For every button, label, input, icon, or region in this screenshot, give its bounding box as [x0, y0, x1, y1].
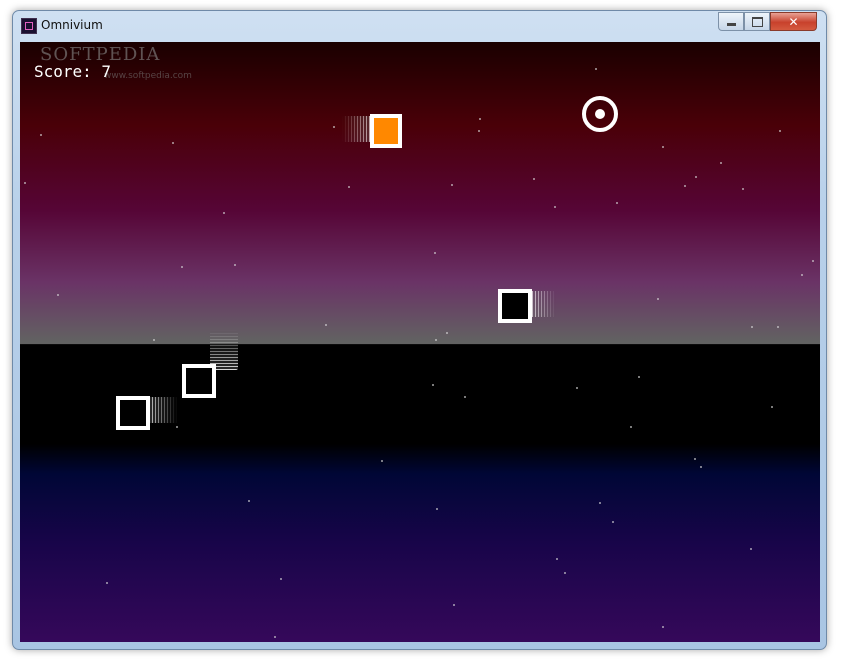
app-icon[interactable]	[21, 18, 37, 34]
star	[106, 582, 108, 584]
star	[57, 294, 59, 296]
star	[576, 387, 578, 389]
star	[700, 466, 702, 468]
star	[657, 298, 659, 300]
star	[599, 502, 601, 504]
enemy-block	[116, 396, 150, 430]
star	[248, 500, 250, 502]
star	[223, 212, 225, 214]
star	[779, 130, 781, 132]
star	[435, 339, 437, 341]
star	[612, 521, 614, 523]
score-label: Score: 7	[34, 62, 112, 81]
star	[556, 558, 558, 560]
star	[533, 178, 535, 180]
enemy-block	[182, 364, 216, 398]
star	[451, 184, 453, 186]
star	[181, 266, 183, 268]
star	[153, 339, 155, 341]
star	[333, 126, 335, 128]
watermark-url: www.softpedia.com	[104, 71, 192, 81]
star	[662, 146, 664, 148]
star	[750, 548, 752, 550]
title-bar[interactable]: Omnivium ✕	[13, 11, 826, 42]
minimize-button[interactable]	[718, 12, 744, 31]
enemy-motion-trail	[146, 397, 178, 423]
maximize-icon	[751, 16, 763, 27]
star	[742, 188, 744, 190]
star	[812, 260, 814, 262]
star	[751, 326, 753, 328]
close-icon: ✕	[788, 14, 799, 29]
target-ring-icon	[582, 96, 618, 132]
player-block	[370, 114, 402, 148]
star	[24, 182, 26, 184]
window-title: Omnivium	[41, 18, 103, 32]
star	[446, 332, 448, 334]
star	[453, 604, 455, 606]
star	[478, 130, 480, 132]
maximize-button[interactable]	[744, 12, 770, 31]
star	[464, 396, 466, 398]
star	[662, 626, 664, 628]
star	[616, 202, 618, 204]
target-core	[595, 109, 605, 119]
star	[172, 142, 174, 144]
star	[771, 406, 773, 408]
star	[432, 384, 434, 386]
close-button[interactable]: ✕	[770, 12, 817, 31]
star	[777, 326, 779, 328]
star	[274, 636, 276, 638]
star	[638, 376, 640, 378]
star	[436, 508, 438, 510]
star	[176, 426, 178, 428]
star	[694, 458, 696, 460]
star	[348, 186, 350, 188]
game-canvas[interactable]: SOFTPEDIA www.softpedia.com Score: 7	[20, 42, 820, 642]
star	[595, 68, 597, 70]
minimize-icon	[726, 23, 736, 26]
star	[684, 185, 686, 187]
star	[564, 572, 566, 574]
star	[554, 206, 556, 208]
star	[381, 460, 383, 462]
star	[479, 118, 481, 120]
star	[280, 578, 282, 580]
star	[325, 324, 327, 326]
enemy-block	[498, 289, 532, 323]
star	[801, 274, 803, 276]
star	[695, 176, 697, 178]
star	[720, 162, 722, 164]
star	[434, 252, 436, 254]
star	[234, 264, 236, 266]
star	[630, 426, 632, 428]
star	[40, 134, 42, 136]
